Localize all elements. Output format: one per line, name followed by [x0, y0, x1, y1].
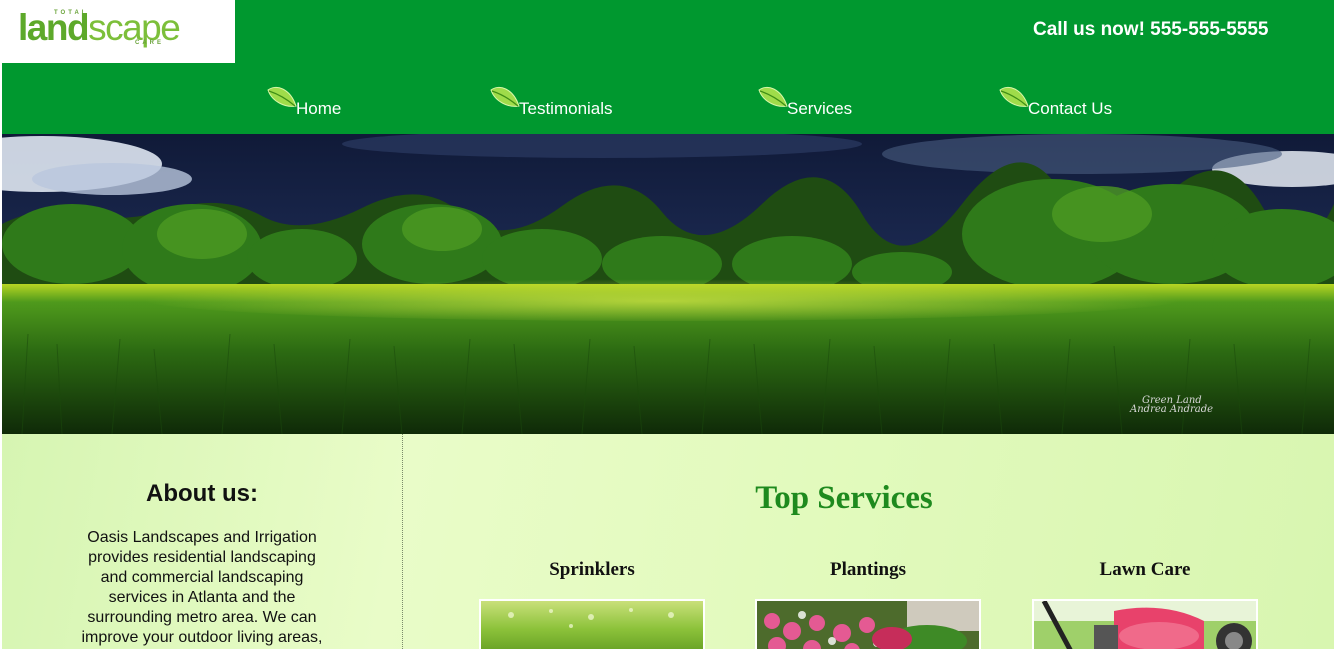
image-credit-author: Andrea Andrade [1130, 404, 1214, 415]
nav-label-contact-us: Contact Us [1028, 99, 1113, 118]
leaf-icon [758, 86, 788, 107]
service-name-lawn-care: Lawn Care [1099, 559, 1191, 580]
service-image-plantings[interactable] [755, 599, 981, 649]
leaf-icon [490, 86, 520, 107]
content-section: About us: Oasis Landscapes and Irrigatio… [2, 434, 1334, 649]
service-image-sprinklers[interactable] [479, 599, 705, 649]
service-image-lawn-care[interactable] [1032, 599, 1258, 649]
leaf-icon [267, 86, 297, 107]
leaf-icon [999, 86, 1029, 107]
logo-bottom-word: CARE [135, 40, 165, 46]
nav-label-services: Services [787, 99, 853, 118]
column-divider [402, 434, 403, 649]
service-card-lawn-care[interactable]: Lawn Care [1032, 559, 1258, 649]
service-name-sprinklers: Sprinklers [549, 559, 635, 580]
service-name-plantings: Plantings [829, 559, 907, 580]
site-header: TOTAL landscape CARE Call us now! 555-55… [2, 0, 1334, 134]
nav-item-testimonials[interactable]: Testimonials [489, 84, 639, 118]
nav-label-home: Home [296, 99, 342, 118]
page: TOTAL landscape CARE Call us now! 555-55… [2, 0, 1334, 649]
nav-item-home[interactable]: Home [266, 84, 376, 118]
nav-item-services[interactable]: Services [757, 84, 877, 118]
nav-item-contact-us[interactable]: Contact Us [998, 84, 1138, 118]
nav-label-testimonials: Testimonials [519, 99, 613, 118]
logo-word-land: land [18, 7, 90, 48]
main-nav: Home Testimonials Services Contact Us [2, 80, 1334, 128]
logo-word-scape: scape [88, 7, 181, 48]
call-us-phone: Call us now! 555-555-5555 [1033, 19, 1269, 40]
site-logo[interactable]: TOTAL landscape CARE [2, 0, 235, 63]
about-title: About us: [146, 480, 258, 507]
service-card-plantings[interactable]: Plantings [755, 559, 981, 649]
image-credit: Green Land Andrea Andrade [1130, 396, 1214, 415]
hero-banner-image: Green Land Andrea Andrade [2, 134, 1334, 434]
about-text: Oasis Landscapes and Irrigation provides… [81, 529, 323, 646]
top-services-title: Top Services [755, 480, 933, 516]
service-card-sprinklers[interactable]: Sprinklers [479, 559, 705, 649]
